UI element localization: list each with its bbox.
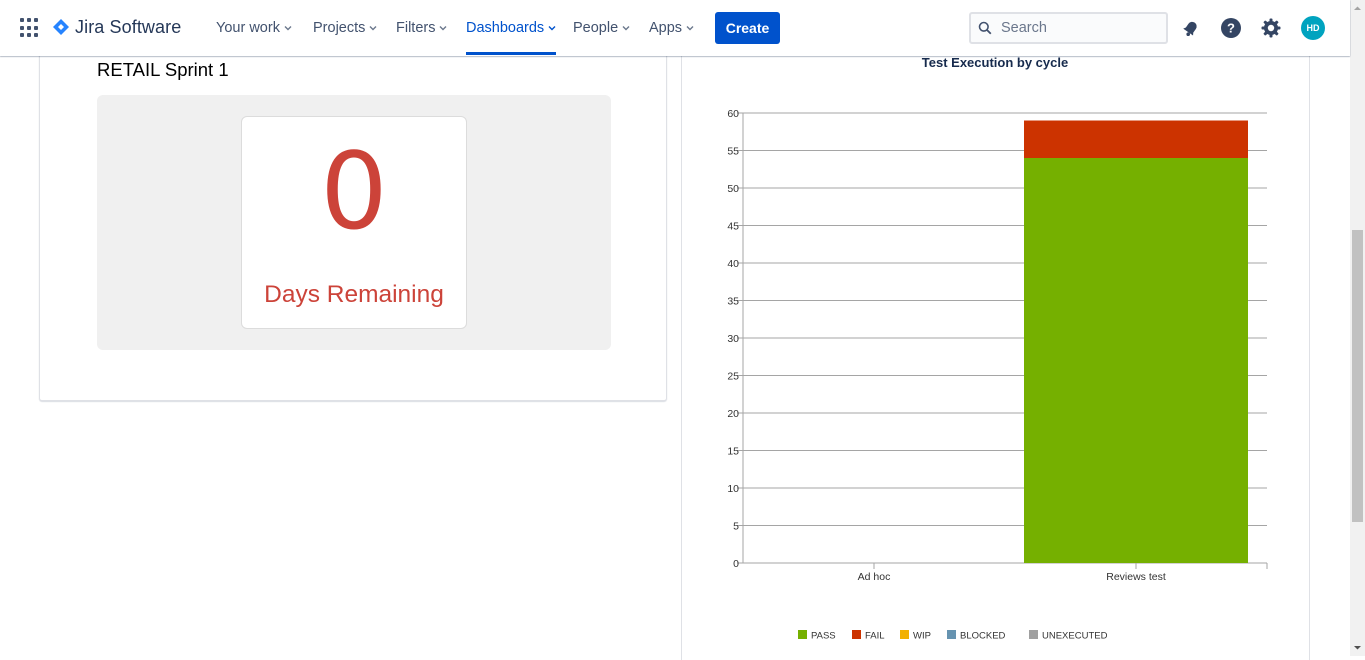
nav-apps[interactable]: Apps — [649, 0, 694, 56]
y-tick-label: 50 — [727, 183, 739, 195]
chevron-down-icon — [548, 26, 556, 31]
page-scrollbar[interactable] — [1350, 0, 1365, 656]
test-execution-gadget: Test Execution by cycle 0 5 10 15 20 25 30 35 40 4… — [681, 40, 1310, 660]
nav-label: Filters — [396, 20, 436, 36]
legend-swatch — [1029, 630, 1038, 639]
y-tick-label: 45 — [727, 221, 739, 233]
search-input[interactable] — [1001, 17, 1161, 39]
legend-label: WIP — [913, 631, 931, 642]
nav-label: Your work — [216, 20, 280, 36]
chevron-down-icon — [284, 26, 292, 31]
jira-logo[interactable]: Jira Software — [52, 14, 181, 40]
jira-logo-icon — [53, 19, 69, 35]
y-tick-label: 5 — [733, 521, 739, 533]
legend-label: UNEXECUTED — [1042, 631, 1108, 642]
sprint-title: RETAIL Sprint 1 — [97, 59, 229, 80]
create-button[interactable]: Create — [715, 12, 780, 44]
y-tick-label: 20 — [727, 408, 739, 420]
search-icon — [978, 21, 992, 35]
y-tick-label: 40 — [727, 258, 739, 270]
nav-filters[interactable]: Filters — [396, 0, 447, 56]
nav-your-work[interactable]: Your work — [216, 0, 292, 56]
nav-people[interactable]: People — [573, 0, 630, 56]
nav-dashboards[interactable]: Dashboards — [466, 0, 557, 56]
nav-label: Projects — [313, 20, 366, 36]
scroll-down-arrow-icon[interactable] — [1350, 640, 1365, 656]
nav-label: Apps — [649, 20, 683, 36]
legend-swatch — [900, 630, 909, 639]
x-tick-label: Ad hoc — [858, 571, 891, 583]
legend-label: BLOCKED — [960, 631, 1006, 642]
scrollbar-thumb[interactable] — [1352, 230, 1363, 522]
nav-label: People — [573, 20, 619, 36]
app-switcher-icon[interactable] — [20, 18, 40, 38]
legend-swatch — [852, 630, 861, 639]
search-box[interactable] — [969, 12, 1168, 44]
legend-swatch — [947, 630, 956, 639]
nav-label: Dashboards — [466, 20, 545, 36]
y-tick-label: 35 — [727, 296, 739, 308]
logo-text: Jira Software — [75, 16, 182, 37]
chevron-down-icon — [622, 26, 630, 31]
y-tick-label: 15 — [727, 446, 739, 458]
legend-label: PASS — [811, 631, 836, 642]
svg-text:?: ? — [1227, 21, 1235, 36]
y-tick-label: 30 — [727, 333, 739, 345]
sprint-countdown-gadget: RETAIL Sprint 1 0 Days Remaining — [39, 40, 667, 401]
chart-title: Test Execution by cycle — [922, 55, 1068, 70]
countdown-panel: 0 Days Remaining — [97, 95, 611, 350]
legend-swatch — [798, 630, 807, 639]
nav-projects[interactable]: Projects — [313, 0, 377, 56]
days-remaining-value: 0 — [320, 130, 388, 253]
scroll-up-arrow-icon[interactable] — [1350, 0, 1365, 16]
chevron-down-icon — [439, 26, 447, 31]
y-tick-label: 55 — [727, 146, 739, 158]
settings-gear-icon[interactable] — [1259, 16, 1283, 40]
top-navigation: Jira Software Your work Projects Filters… — [0, 0, 1350, 56]
x-tick-label: Reviews test — [1106, 571, 1166, 583]
bar-fail — [1024, 120, 1248, 158]
legend-label: FAIL — [865, 631, 885, 642]
notifications-bell-icon[interactable] — [1179, 16, 1203, 40]
days-remaining-label: Days Remaining — [264, 281, 444, 308]
countdown-card: 0 Days Remaining — [241, 116, 467, 329]
help-icon[interactable]: ? — [1219, 16, 1243, 40]
y-tick-label: 60 — [727, 108, 739, 120]
chevron-down-icon — [686, 26, 694, 31]
y-tick-label: 25 — [727, 371, 739, 383]
y-tick-label: 10 — [727, 483, 739, 495]
chevron-down-icon — [369, 26, 377, 31]
bar-pass — [1024, 158, 1248, 563]
y-tick-label: 0 — [733, 558, 739, 570]
test-execution-chart: Test Execution by cycle 0 5 10 15 20 25 30 35 40 4… — [727, 55, 1268, 642]
user-avatar[interactable]: HD — [1301, 16, 1325, 40]
